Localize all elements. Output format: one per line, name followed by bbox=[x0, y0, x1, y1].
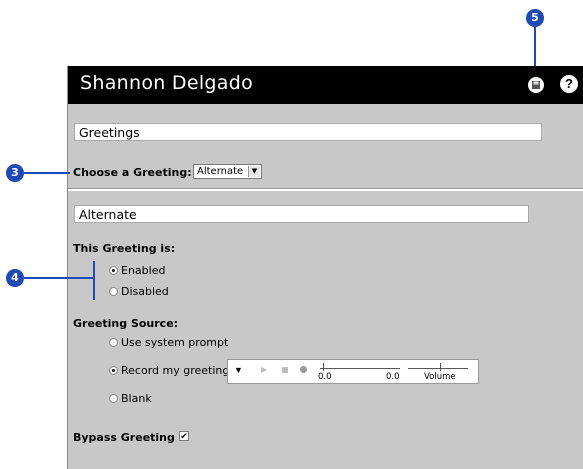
radio-blank-dot bbox=[109, 393, 118, 403]
greeting-select-value: Alternate bbox=[197, 166, 244, 177]
callout-3: 3 bbox=[6, 164, 24, 182]
greeting-source-label: Greeting Source: bbox=[73, 317, 179, 330]
user-name: Shannon Delgado bbox=[80, 72, 254, 94]
volume-label: Volume bbox=[424, 372, 456, 382]
record-icon[interactable] bbox=[300, 366, 307, 373]
user-panel: Shannon Delgado ? Greetings Choose a Gre… bbox=[67, 66, 583, 469]
radio-system-prompt-label: Use system prompt bbox=[121, 336, 229, 349]
play-icon[interactable]: ▶ bbox=[261, 365, 267, 374]
radio-disabled-label: Disabled bbox=[121, 285, 169, 298]
greetings-section-title: Greetings bbox=[74, 123, 542, 141]
radio-record-greeting[interactable]: Record my greeting bbox=[109, 364, 229, 377]
greeting-select[interactable]: Alternate ▼ bbox=[193, 164, 262, 179]
save-icon[interactable] bbox=[528, 77, 544, 93]
stop-icon[interactable] bbox=[282, 367, 288, 373]
volume-slider[interactable] bbox=[408, 368, 468, 369]
greeting-status-label: This Greeting is: bbox=[73, 242, 176, 255]
callout-3-line bbox=[24, 172, 70, 174]
radio-record-greeting-label: Record my greeting bbox=[121, 364, 230, 377]
bypass-greeting-label: Bypass Greeting bbox=[73, 431, 175, 444]
radio-system-prompt[interactable]: Use system prompt bbox=[109, 336, 228, 349]
greeting-player: ▼ ▶ 0.0 0.0 Volume bbox=[227, 359, 479, 384]
volume-slider-thumb[interactable] bbox=[440, 363, 441, 371]
radio-enabled[interactable]: Enabled bbox=[109, 264, 165, 277]
alternate-section-title: Alternate bbox=[74, 205, 529, 223]
radio-enabled-label: Enabled bbox=[121, 264, 166, 277]
section-divider bbox=[68, 188, 583, 191]
callout-4: 4 bbox=[6, 269, 24, 287]
position-slider[interactable] bbox=[320, 368, 400, 369]
radio-record-greeting-dot bbox=[109, 365, 118, 375]
help-icon[interactable]: ? bbox=[560, 75, 578, 93]
choose-greeting-label: Choose a Greeting: bbox=[73, 166, 192, 179]
radio-disabled[interactable]: Disabled bbox=[109, 285, 169, 298]
position-value: 0.0 bbox=[318, 372, 332, 382]
dropdown-arrow-icon: ▼ bbox=[248, 166, 260, 177]
radio-blank-label: Blank bbox=[121, 392, 152, 405]
bypass-greeting-checkbox[interactable]: ✔ bbox=[179, 431, 189, 441]
length-value: 0.0 bbox=[386, 372, 400, 382]
radio-disabled-dot bbox=[109, 286, 118, 296]
title-bar: Shannon Delgado ? bbox=[68, 66, 583, 104]
radio-enabled-dot bbox=[109, 265, 118, 275]
callout-4-bracket bbox=[93, 261, 95, 300]
player-menu-arrow-icon[interactable]: ▼ bbox=[234, 365, 243, 375]
callout-5: 5 bbox=[526, 9, 544, 27]
radio-system-prompt-dot bbox=[109, 337, 118, 347]
callout-4-line bbox=[24, 277, 94, 279]
position-slider-thumb[interactable] bbox=[323, 363, 324, 371]
radio-blank[interactable]: Blank bbox=[109, 392, 152, 405]
